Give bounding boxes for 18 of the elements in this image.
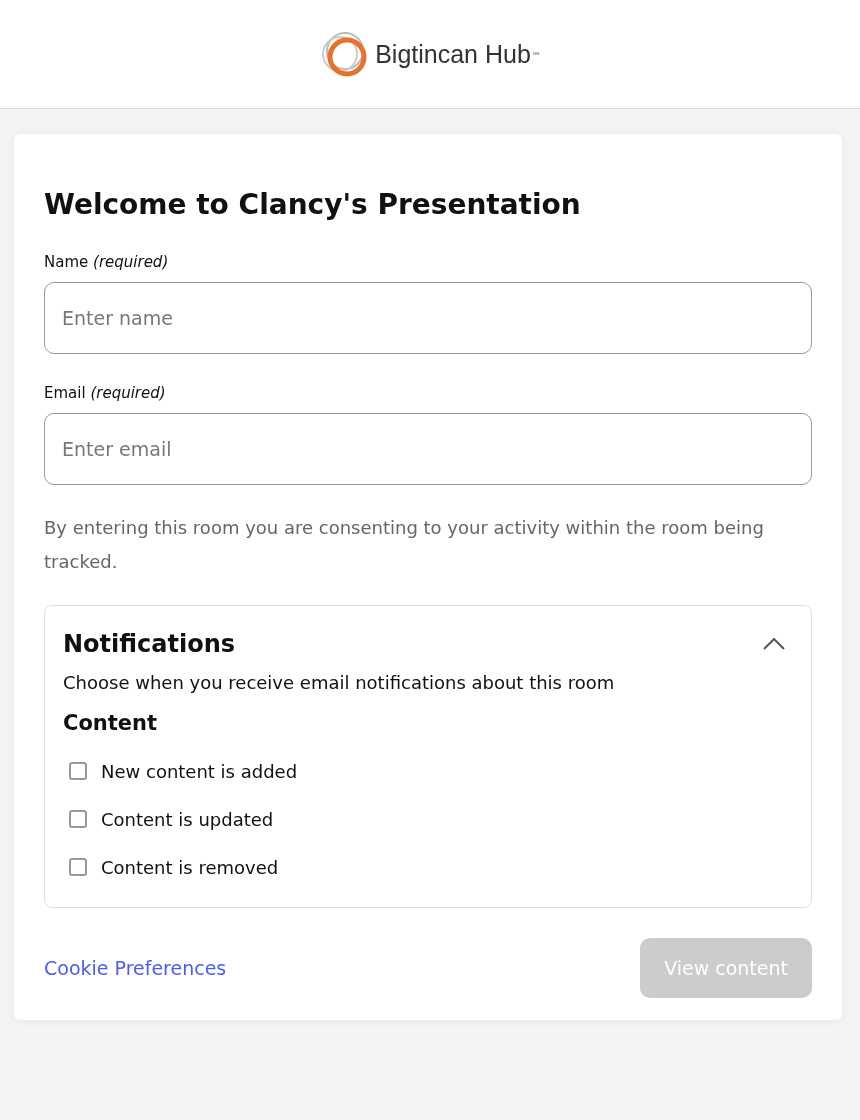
input-field[interactable]: Enter email xyxy=(44,413,812,485)
logo-text: Bigtincan Hub xyxy=(375,39,531,69)
consent-text: By entering this room you are consenting to your activity within the room being tracked. xyxy=(44,516,765,574)
checkbox[interactable] xyxy=(69,762,87,780)
field-label: Name (required) xyxy=(44,253,170,271)
group-heading: Content xyxy=(63,711,159,735)
checkbox-label: Content is updated xyxy=(101,808,274,830)
form-title: Welcome to Clancy's Presentation xyxy=(44,188,582,221)
checkbox[interactable] xyxy=(69,810,87,828)
cookie-preferences-link[interactable]: Cookie Preferences xyxy=(44,957,227,979)
input-field[interactable]: Enter name xyxy=(44,282,812,354)
panel-description: Choose when you receive email notifications about this room xyxy=(63,672,616,693)
field-label: Email (required) xyxy=(44,384,167,402)
checkbox-label: Content is removed xyxy=(101,856,279,878)
checkbox[interactable] xyxy=(69,858,87,876)
checkbox-label: New content is added xyxy=(101,760,298,782)
panel-title: Notifications xyxy=(63,630,236,658)
trademark: ™ xyxy=(531,51,541,61)
